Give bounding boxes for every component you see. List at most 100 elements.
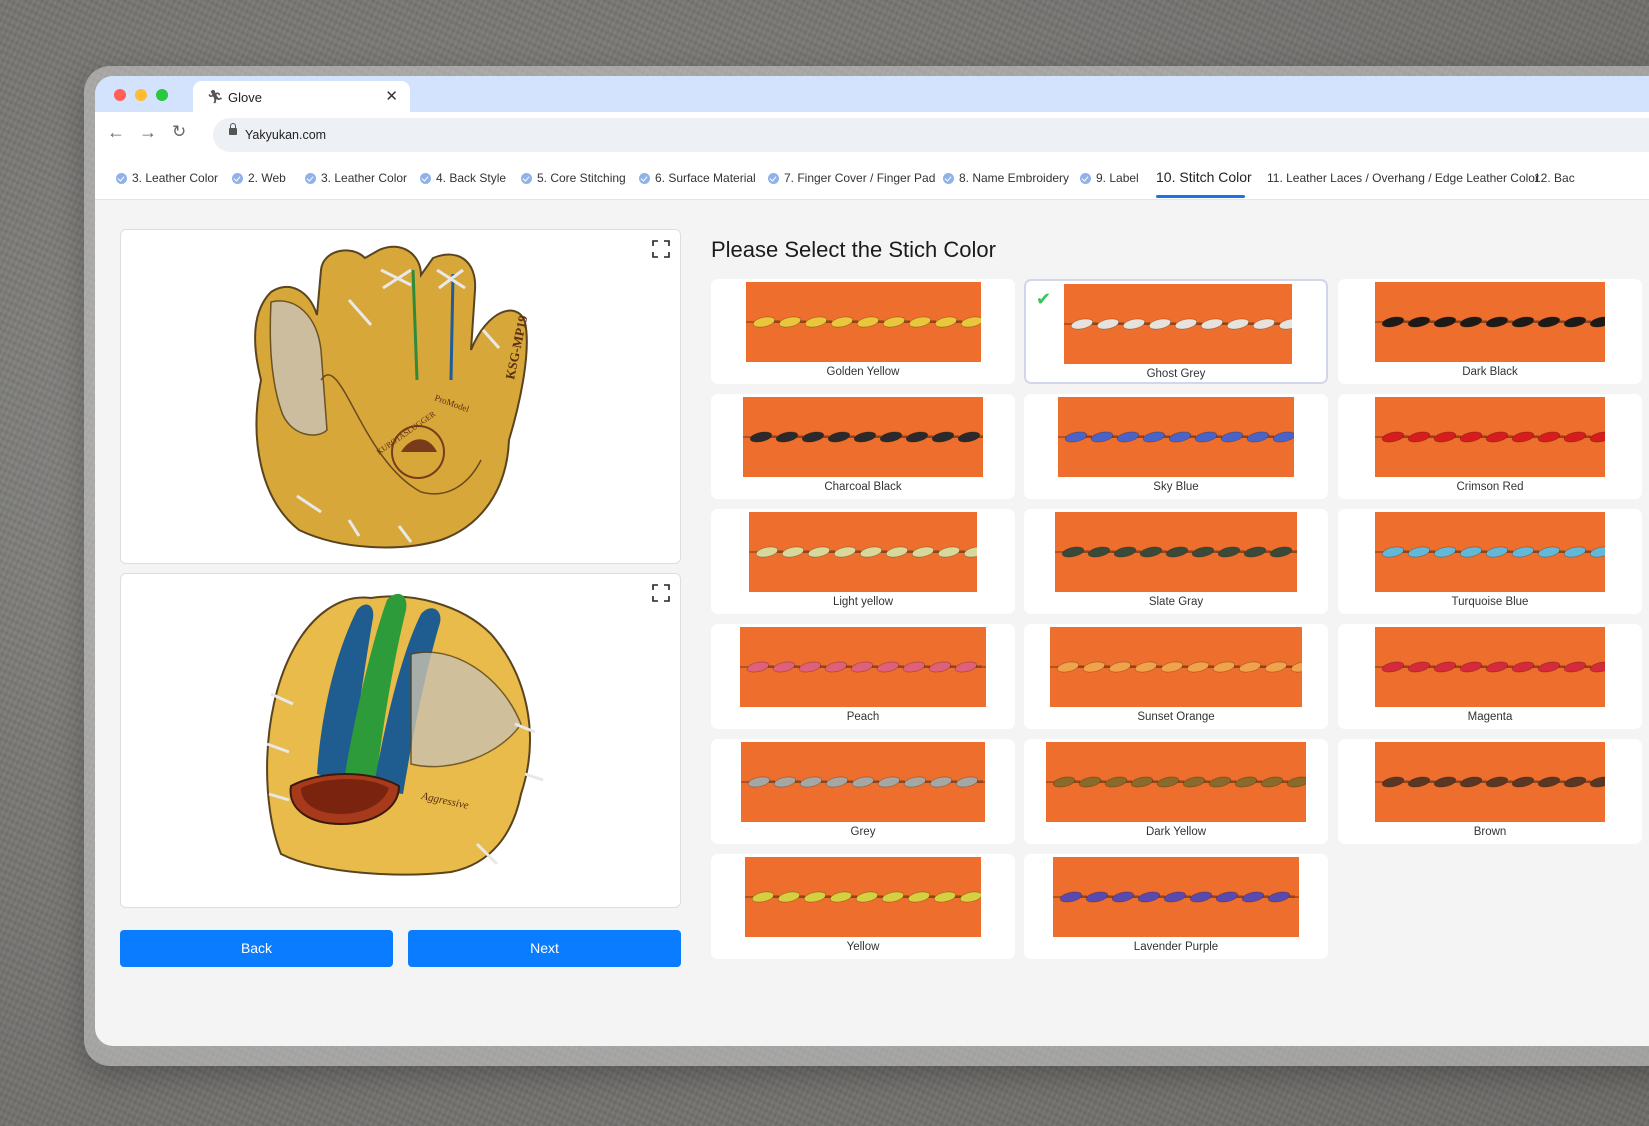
step-tab[interactable]: 5. Core Stitching xyxy=(521,171,626,185)
stitch-option-label: Brown xyxy=(1473,826,1507,838)
step-label: 5. Core Stitching xyxy=(537,171,626,185)
step-tab[interactable]: 9. Label xyxy=(1080,171,1139,185)
glove-palm-preview: KSG-MP19 KUBOTASLUGGER ProModel xyxy=(120,229,681,564)
baseball-player-icon: 🏃︎ xyxy=(207,89,224,104)
check-icon xyxy=(943,172,954,184)
stitch-option-label: Yellow xyxy=(846,941,880,953)
stitch-option-card[interactable]: Light yellow xyxy=(711,509,1015,614)
stitch-swatch xyxy=(1375,627,1605,707)
step-label: 2. Web xyxy=(248,171,286,185)
address-bar[interactable]: Yakyukan.com xyxy=(213,118,1649,152)
stitch-option-label: Ghost Grey xyxy=(1146,368,1206,380)
expand-icon[interactable] xyxy=(652,584,670,602)
step-tab[interactable]: 3. Leather Color xyxy=(305,171,407,185)
stitch-option-card[interactable]: Magenta xyxy=(1338,624,1642,729)
stitch-option-label: Golden Yellow xyxy=(826,366,900,378)
step-tab[interactable]: 8. Name Embroidery xyxy=(943,171,1069,185)
stitch-swatch xyxy=(1058,397,1294,477)
stitch-option-label: Crimson Red xyxy=(1456,481,1524,493)
stitch-option-label: Light yellow xyxy=(832,596,894,608)
stitch-swatch xyxy=(743,397,983,477)
step-tab[interactable]: 2. Web xyxy=(232,171,286,185)
check-icon xyxy=(1080,172,1091,184)
minimize-window-dot[interactable] xyxy=(135,89,147,101)
step-tab-active[interactable]: 10. Stitch Color xyxy=(1156,169,1252,185)
stitch-swatch xyxy=(740,627,986,707)
stitch-option-card[interactable]: Dark Yellow xyxy=(1024,739,1328,844)
check-icon xyxy=(305,172,316,184)
check-icon xyxy=(521,172,532,184)
stitch-option-label: Turquoise Blue xyxy=(1451,596,1529,608)
stitch-swatch xyxy=(1375,512,1605,592)
glove-palm-image: KSG-MP19 KUBOTASLUGGER ProModel xyxy=(254,245,531,549)
step-tab[interactable]: 4. Back Style xyxy=(420,171,506,185)
browser-window: 🏃︎ Glove ✕ ← → ↻ Yakyukan.com 3. Leather… xyxy=(95,76,1649,1046)
stitch-swatch xyxy=(745,857,981,937)
check-icon xyxy=(232,172,243,184)
stitch-option-label: Sunset Orange xyxy=(1137,711,1215,723)
steps-navigation: 3. Leather Color 2. Web 3. Leather Color… xyxy=(95,156,1649,200)
close-window-dot[interactable] xyxy=(114,89,126,101)
stitch-swatch xyxy=(1050,627,1302,707)
url-text: Yakyukan.com xyxy=(245,128,327,142)
stitch-option-card[interactable]: Turquoise Blue xyxy=(1338,509,1642,614)
stitch-option-label: Lavender Purple xyxy=(1133,941,1219,953)
maximize-window-dot[interactable] xyxy=(156,89,168,101)
stitch-option-card[interactable]: Grey xyxy=(711,739,1015,844)
stitch-swatch xyxy=(746,282,981,362)
page-title: Please Select the Stich Color xyxy=(711,237,996,262)
glove-back-image: Aggressive xyxy=(266,593,544,876)
stitch-option-card[interactable]: Brown xyxy=(1338,739,1642,844)
active-step-underline xyxy=(1156,195,1245,198)
step-tab[interactable]: 7. Finger Cover / Finger Pad xyxy=(768,171,935,185)
stitch-option-label: Grey xyxy=(850,826,876,838)
tab-title: Glove xyxy=(228,90,262,105)
stitch-swatch xyxy=(1055,512,1297,592)
window-controls xyxy=(114,89,168,101)
check-icon xyxy=(116,172,127,184)
lock-icon xyxy=(229,123,237,135)
reload-icon[interactable]: ↻ xyxy=(172,122,186,142)
forward-arrow-icon[interactable]: → xyxy=(139,122,157,143)
stitch-option-card[interactable]: Sky Blue xyxy=(1024,394,1328,499)
stitch-option-card[interactable]: Crimson Red xyxy=(1338,394,1642,499)
stitch-option-card[interactable]: Ghost Grey ✔ xyxy=(1024,279,1328,384)
glove-back-preview: Aggressive xyxy=(120,573,681,908)
stitch-swatch xyxy=(1053,857,1299,937)
step-tab[interactable]: 3. Leather Color xyxy=(116,171,218,185)
step-label: 4. Back Style xyxy=(436,171,507,185)
step-label: 3. Leather Color xyxy=(321,171,408,185)
stitch-swatch xyxy=(749,512,977,592)
stitch-option-card[interactable]: Slate Gray xyxy=(1024,509,1328,614)
step-tab[interactable]: 12. Bac xyxy=(1534,171,1575,185)
stitch-option-label: Magenta xyxy=(1467,711,1513,723)
check-icon xyxy=(639,172,650,184)
check-icon xyxy=(768,172,779,184)
step-tab[interactable]: 11. Leather Laces / Overhang / Edge Leat… xyxy=(1267,171,1539,185)
browser-toolbar: ← → ↻ Yakyukan.com xyxy=(95,112,1649,156)
stitch-option-label: Slate Gray xyxy=(1148,596,1204,608)
stitch-option-card[interactable]: Golden Yellow xyxy=(711,279,1015,384)
back-button[interactable]: Back xyxy=(120,930,393,967)
stitch-option-card[interactable]: Lavender Purple xyxy=(1024,854,1328,959)
step-label: 9. Label xyxy=(1096,171,1139,185)
step-tab[interactable]: 6. Surface Material xyxy=(639,171,756,185)
back-arrow-icon[interactable]: ← xyxy=(107,122,125,143)
stitch-option-card[interactable]: Charcoal Black xyxy=(711,394,1015,499)
stitch-swatch xyxy=(1375,397,1605,477)
browser-tab[interactable]: 🏃︎ Glove ✕ xyxy=(193,81,410,112)
stitch-option-card[interactable]: Peach xyxy=(711,624,1015,729)
close-tab-icon[interactable]: ✕ xyxy=(385,87,398,105)
stitch-option-card[interactable]: Yellow xyxy=(711,854,1015,959)
check-icon xyxy=(420,172,431,184)
expand-icon[interactable] xyxy=(652,240,670,258)
stitch-option-card[interactable]: Sunset Orange xyxy=(1024,624,1328,729)
step-label: 11. Leather Laces / Overhang / Edge Leat… xyxy=(1267,171,1539,185)
stitch-option-card[interactable]: Dark Black xyxy=(1338,279,1642,384)
title-bar: 🏃︎ Glove ✕ xyxy=(95,76,1649,112)
next-button[interactable]: Next xyxy=(408,930,681,967)
selected-check-icon: ✔ xyxy=(1036,289,1052,309)
step-label: 3. Leather Color xyxy=(132,171,219,185)
step-label: 12. Bac xyxy=(1534,171,1575,185)
stitch-option-label: Charcoal Black xyxy=(824,481,902,493)
